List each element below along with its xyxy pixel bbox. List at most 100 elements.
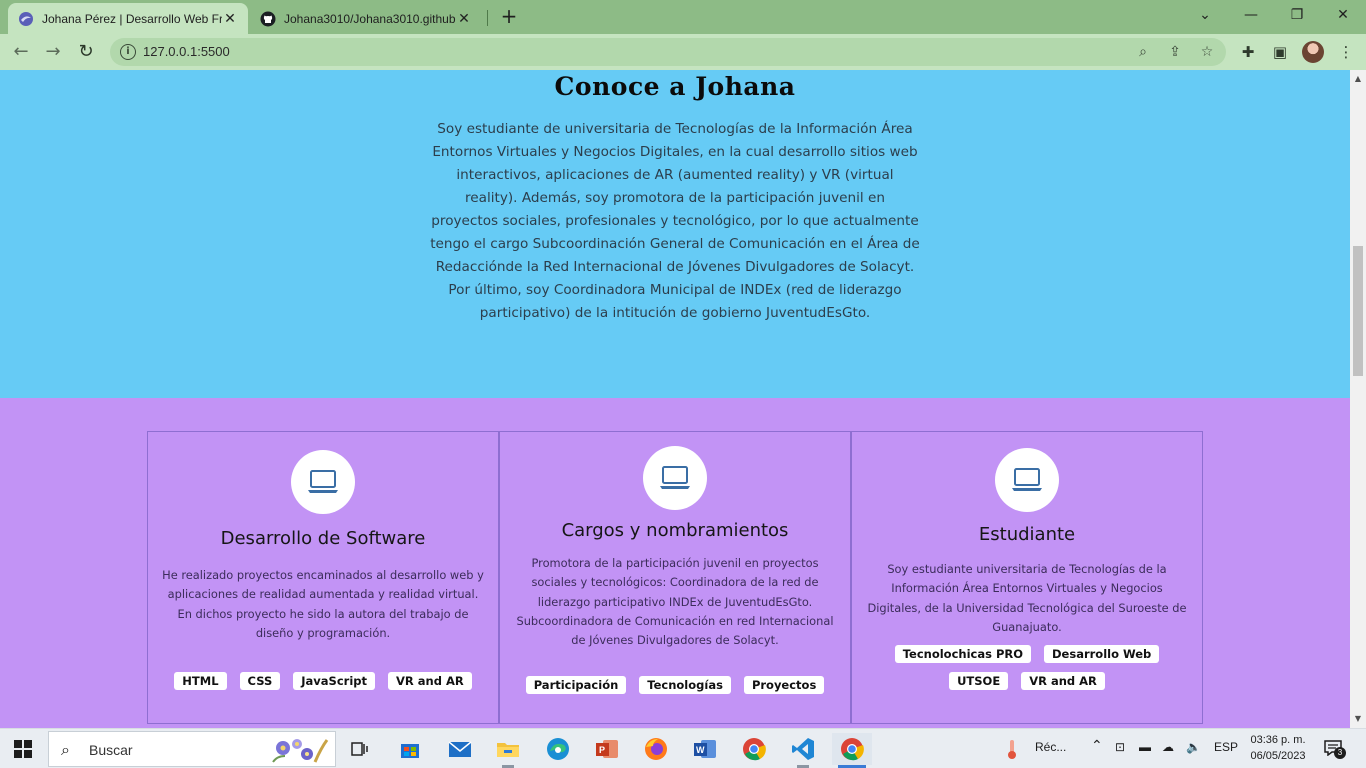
show-hidden-icons-chevron-icon[interactable]: ⌃	[1091, 737, 1103, 754]
site-favicon-icon	[19, 11, 33, 26]
restore-button[interactable]: ❐	[1283, 4, 1311, 28]
notification-count-badge: 3	[1334, 747, 1346, 759]
card-estudiante: Estudiante Soy estudiante universitaria …	[851, 431, 1203, 724]
card-icon-circle	[995, 448, 1059, 512]
microsoft-store-icon	[401, 744, 419, 758]
meet-now-icon[interactable]: ⊡	[1115, 740, 1125, 754]
card-title: Estudiante	[978, 524, 1076, 545]
scroll-thumb[interactable]	[1353, 246, 1363, 376]
card-cargos-nombramientos: Cargos y nombramientos Promotora de la p…	[499, 431, 851, 724]
clock-date: 06/05/2023	[1250, 750, 1306, 762]
new-tab-button[interactable]: +	[497, 5, 521, 29]
github-icon	[260, 11, 276, 26]
card-icon-circle	[291, 450, 355, 514]
zoom-icon[interactable]: ⌕	[1134, 43, 1152, 61]
vscode-icon	[792, 738, 814, 760]
site-info-icon[interactable]: i	[120, 44, 136, 60]
address-bar[interactable]: i 127.0.0.1:5500 ⌕ ⇪ ☆	[110, 38, 1226, 66]
side-panel-icon[interactable]: ▣	[1270, 42, 1290, 62]
chrome-icon	[841, 738, 864, 761]
laptop-icon	[660, 466, 690, 489]
page-viewport: Conoce a Johana Soy estudiante de univer…	[0, 70, 1350, 728]
vscode-button[interactable]	[783, 733, 823, 768]
card-title: Desarrollo de Software	[220, 528, 426, 549]
powerpoint-icon: P	[596, 740, 618, 758]
tag: JavaScript	[293, 672, 375, 690]
search-highlight-flowers-icon	[272, 739, 329, 763]
tag-list: Tecnolochicas PRO Desarrollo Web UTSOE V…	[852, 645, 1202, 690]
close-window-button[interactable]: ✕	[1329, 4, 1357, 28]
laptop-icon	[308, 470, 338, 493]
windows-taskbar: ⌕ Buscar P W Réc... ⌃ ⊡ ▬ ☁ 🔈 ESP 03:36 …	[0, 728, 1366, 768]
page-scrollbar[interactable]: ▲ ▼	[1350, 70, 1366, 728]
tab-search-dropdown-icon[interactable]: ⌄	[1191, 4, 1219, 28]
forward-arrow-icon[interactable]: →	[41, 40, 65, 64]
tab-johana-perez[interactable]: Johana Pérez | Desarrollo Web Fr ✕	[8, 3, 248, 34]
menu-kebab-icon[interactable]: ⋮	[1336, 42, 1356, 62]
search-placeholder: Buscar	[89, 742, 133, 758]
edge-button[interactable]	[538, 733, 578, 765]
tag: CSS	[239, 672, 281, 690]
file-explorer-icon	[497, 743, 519, 757]
language-indicator[interactable]: ESP	[1214, 740, 1238, 754]
tab-separator	[487, 10, 488, 26]
tab-github[interactable]: Johana3010/Johana3010.github.i ✕	[250, 3, 482, 34]
close-tab-icon[interactable]: ✕	[222, 10, 238, 27]
bookmark-star-icon[interactable]: ☆	[1198, 43, 1216, 61]
tag: Proyectos	[743, 676, 825, 694]
browser-tab-bar: Johana Pérez | Desarrollo Web Fr ✕ Johan…	[0, 0, 1366, 34]
thermometer-icon[interactable]	[1005, 738, 1019, 760]
edge-icon	[547, 738, 569, 760]
tag: Desarrollo Web	[1044, 645, 1160, 663]
tag: Participación	[525, 676, 627, 694]
card-description: He realizado proyectos encaminados al de…	[162, 568, 484, 640]
browser-toolbar: ← → ↻ i 127.0.0.1:5500 ⌕ ⇪ ☆ ✚ ▣ ⋮	[0, 34, 1366, 70]
taskbar-search-box[interactable]: ⌕ Buscar	[48, 731, 336, 767]
laptop-icon	[1012, 468, 1042, 491]
tag-list: Participación Tecnologías Proyectos	[500, 676, 850, 694]
card-description: Soy estudiante universitaria de Tecnolog…	[867, 562, 1187, 634]
share-icon[interactable]: ⇪	[1166, 43, 1184, 61]
search-icon: ⌕	[61, 740, 70, 759]
url-text[interactable]: 127.0.0.1:5500	[143, 44, 230, 59]
scroll-down-arrow-icon[interactable]: ▼	[1350, 712, 1366, 726]
mail-icon	[448, 741, 472, 757]
tab-title: Johana Pérez | Desarrollo Web Fr	[42, 11, 222, 26]
tag-list: HTML CSS JavaScript VR and AR	[148, 672, 498, 690]
tag: VR and AR	[1021, 672, 1105, 690]
firefox-icon	[645, 738, 667, 760]
mail-button[interactable]	[440, 733, 480, 765]
tag: UTSOE	[949, 672, 1009, 690]
chrome-button[interactable]	[734, 733, 774, 765]
back-arrow-icon[interactable]: ←	[9, 40, 33, 64]
svg-text:W: W	[696, 745, 705, 755]
tag: Tecnologías	[639, 676, 731, 694]
onedrive-cloud-icon[interactable]: ☁	[1162, 740, 1174, 754]
services-section: Desarrollo de Software He realizado proy…	[0, 398, 1350, 728]
minimize-button[interactable]: —	[1237, 4, 1265, 28]
firefox-button[interactable]	[636, 733, 676, 765]
windows-start-icon[interactable]	[14, 740, 32, 758]
notification-center-button[interactable]: 3	[1324, 739, 1346, 759]
about-title: Conoce a Johana	[554, 72, 796, 101]
weather-text[interactable]: Réc...	[1035, 740, 1066, 754]
word-button[interactable]: W	[685, 733, 725, 765]
profile-avatar[interactable]	[1302, 41, 1324, 63]
task-view-icon	[351, 742, 368, 756]
battery-icon[interactable]: ▬	[1139, 740, 1151, 754]
volume-icon[interactable]: 🔈	[1186, 740, 1201, 754]
file-explorer-button[interactable]	[488, 733, 528, 768]
powerpoint-button[interactable]: P	[587, 733, 627, 765]
card-desarrollo-software: Desarrollo de Software He realizado proy…	[147, 431, 499, 724]
reload-icon[interactable]: ↻	[74, 40, 98, 64]
extensions-puzzle-icon[interactable]: ✚	[1238, 42, 1258, 62]
close-tab-icon[interactable]: ✕	[456, 10, 472, 27]
scroll-up-arrow-icon[interactable]: ▲	[1350, 72, 1366, 86]
chrome-active-button[interactable]	[832, 733, 872, 768]
microsoft-store-button[interactable]	[390, 733, 430, 765]
tag: HTML	[174, 672, 227, 690]
task-view-button[interactable]	[340, 733, 380, 765]
card-description: Promotora de la participación juvenil en…	[516, 556, 834, 648]
about-paragraph: Soy estudiante de universitaria de Tecno…	[430, 121, 920, 321]
taskbar-clock[interactable]: 03:36 p. m. 06/05/2023	[1240, 732, 1316, 764]
